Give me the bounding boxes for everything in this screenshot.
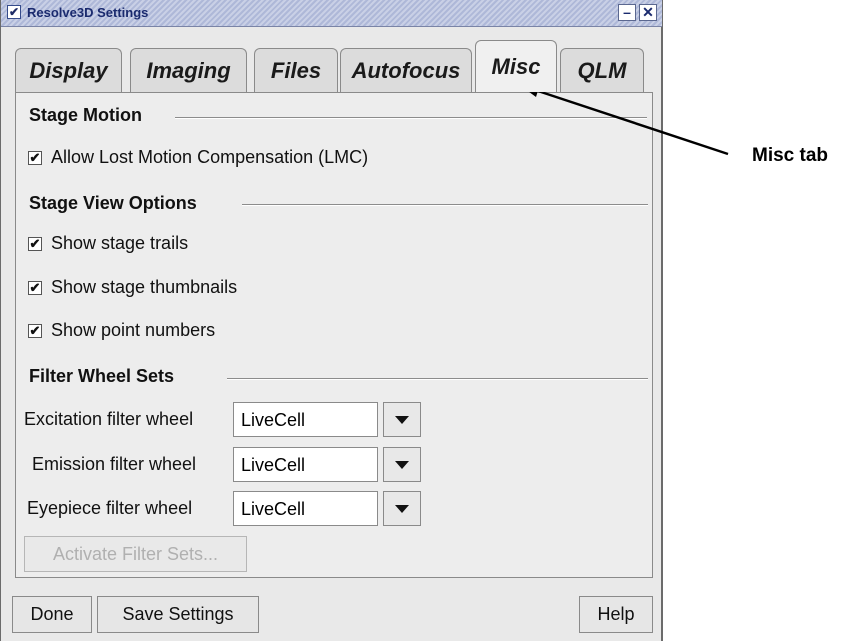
point-numbers-label: Show point numbers bbox=[51, 320, 216, 340]
close-button[interactable]: ✕ bbox=[639, 4, 657, 21]
section-divider bbox=[242, 204, 648, 206]
title-bar[interactable]: ✔ Resolve3D Settings – ✕ bbox=[1, 0, 662, 27]
chevron-down-icon bbox=[395, 504, 409, 513]
eyepiece-filter-label: Eyepiece filter wheel bbox=[27, 498, 193, 518]
stage-trails-label: Show stage trails bbox=[51, 233, 189, 253]
save-settings-button[interactable]: Save Settings bbox=[97, 596, 259, 633]
excitation-filter-select[interactable]: LiveCell bbox=[233, 402, 421, 437]
stage-thumbnails-checkbox[interactable]: ✔ bbox=[28, 280, 42, 295]
help-button[interactable]: Help bbox=[579, 596, 653, 633]
lmc-checkbox-row[interactable]: ✔ Allow Lost Motion Compensation (LMC) bbox=[28, 147, 368, 168]
point-numbers-checkbox[interactable]: ✔ bbox=[28, 323, 42, 338]
emission-filter-select[interactable]: LiveCell bbox=[233, 447, 421, 482]
emission-filter-value[interactable]: LiveCell bbox=[233, 447, 378, 482]
excitation-filter-label: Excitation filter wheel bbox=[24, 409, 194, 429]
section-divider bbox=[227, 378, 648, 380]
eyepiece-filter-value[interactable]: LiveCell bbox=[233, 491, 378, 526]
point-numbers-row[interactable]: ✔ Show point numbers bbox=[28, 320, 215, 341]
activate-filter-sets-button[interactable]: Activate Filter Sets... bbox=[24, 536, 247, 572]
chevron-down-icon bbox=[395, 415, 409, 424]
stage-thumbnails-row[interactable]: ✔ Show stage thumbnails bbox=[28, 277, 237, 298]
tab-display[interactable]: Display bbox=[15, 48, 122, 92]
stage-trails-row[interactable]: ✔ Show stage trails bbox=[28, 233, 188, 254]
tab-qlm[interactable]: QLM bbox=[560, 48, 644, 92]
window-menu-icon[interactable]: ✔ bbox=[7, 5, 21, 19]
minimize-button[interactable]: – bbox=[618, 4, 636, 21]
section-divider bbox=[175, 117, 647, 119]
lmc-label: Allow Lost Motion Compensation (LMC) bbox=[51, 147, 369, 167]
eyepiece-filter-select[interactable]: LiveCell bbox=[233, 491, 421, 526]
lmc-checkbox[interactable]: ✔ bbox=[28, 150, 42, 165]
excitation-filter-value[interactable]: LiveCell bbox=[233, 402, 378, 437]
stage-view-heading: Stage View Options bbox=[29, 193, 197, 213]
window-title: Resolve3D Settings bbox=[27, 5, 149, 20]
stage-thumbnails-label: Show stage thumbnails bbox=[51, 277, 238, 297]
tab-files[interactable]: Files bbox=[254, 48, 338, 92]
emission-dropdown-button[interactable] bbox=[383, 447, 421, 482]
tab-autofocus[interactable]: Autofocus bbox=[340, 48, 472, 92]
filter-wheel-sets-heading: Filter Wheel Sets bbox=[29, 366, 175, 386]
done-button[interactable]: Done bbox=[12, 596, 92, 633]
stage-motion-heading: Stage Motion bbox=[29, 105, 142, 125]
eyepiece-dropdown-button[interactable] bbox=[383, 491, 421, 526]
emission-filter-label: Emission filter wheel bbox=[32, 454, 197, 474]
tab-misc[interactable]: Misc bbox=[475, 40, 557, 92]
tab-bar: Display Imaging Files Autofocus Misc QLM bbox=[15, 40, 655, 92]
annotation-label: Misc tab bbox=[752, 145, 829, 166]
chevron-down-icon bbox=[395, 460, 409, 469]
settings-window: ✔ Resolve3D Settings – ✕ Display Imaging… bbox=[0, 0, 663, 641]
tab-imaging[interactable]: Imaging bbox=[130, 48, 247, 92]
excitation-dropdown-button[interactable] bbox=[383, 402, 421, 437]
misc-panel: Stage Motion ✔ Allow Lost Motion Compens… bbox=[15, 92, 653, 578]
stage-trails-checkbox[interactable]: ✔ bbox=[28, 236, 42, 251]
